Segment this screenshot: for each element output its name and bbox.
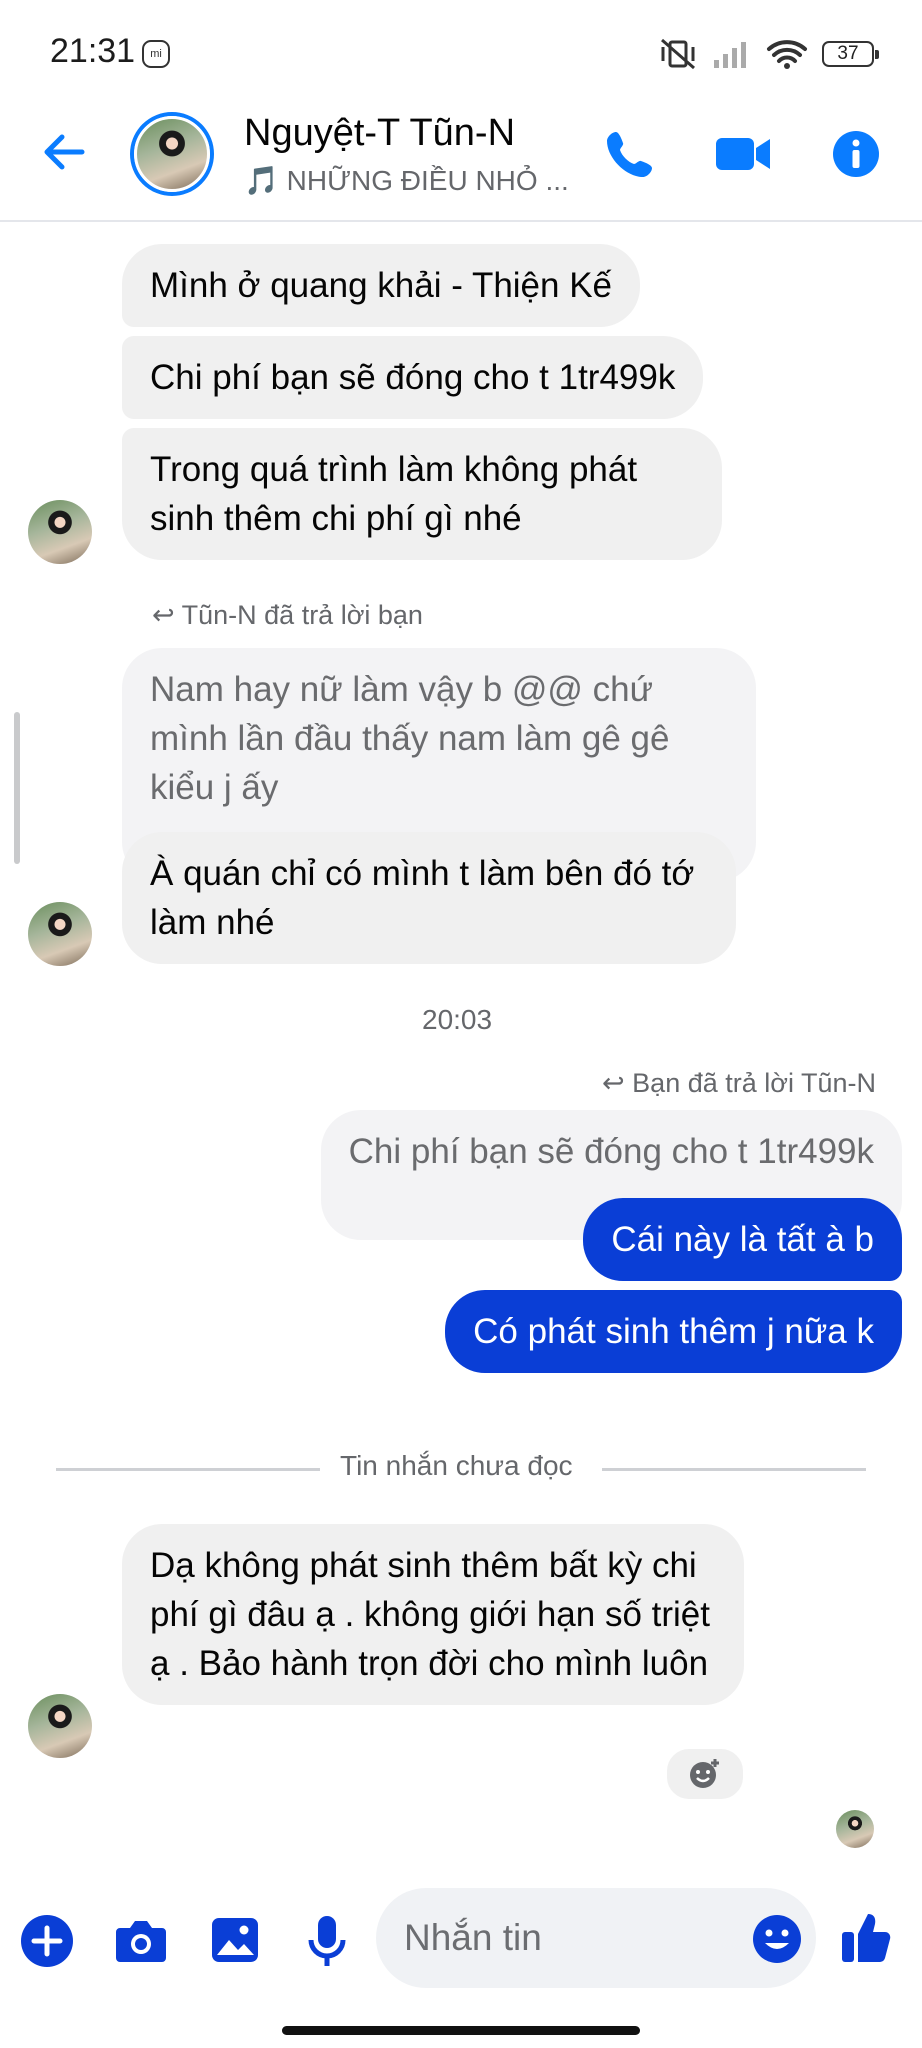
reply-arrow-icon: ↩︎ [602, 1068, 633, 1098]
my-message-bubble[interactable]: Có phát sinh thêm j nữa k [445, 1290, 902, 1373]
camera-button[interactable] [114, 1918, 168, 1964]
vibrate-off-icon [661, 38, 695, 70]
wifi-icon [767, 40, 807, 69]
status-icons: 37 [658, 36, 879, 72]
add-reaction-icon [690, 1759, 719, 1788]
now-playing-status[interactable]: 🎵 NHỮNG ĐIỀU NHỎ ... [244, 164, 569, 197]
add-reaction-button[interactable] [664, 1746, 746, 1802]
microphone-icon [308, 1916, 346, 1966]
video-call-button[interactable] [714, 134, 772, 174]
message-bubble[interactable]: À quán chỉ có mình t làm bên đó tớ làm n… [122, 832, 736, 964]
sender-avatar[interactable] [28, 1694, 92, 1758]
camera-icon [116, 1921, 166, 1962]
thumbs-up-icon [842, 1914, 891, 1962]
voice-call-button[interactable] [604, 128, 656, 180]
message-input[interactable]: Nhắn tin [376, 1888, 816, 1988]
info-icon [833, 131, 879, 177]
sender-avatar[interactable] [28, 902, 92, 966]
avatar-image [134, 116, 210, 192]
plus-circle-icon [21, 1915, 73, 1967]
unread-divider-label: Tin nhắn chưa đọc [340, 1450, 573, 1481]
back-button[interactable] [40, 128, 88, 176]
signal-icon [714, 42, 746, 68]
status-time: 21:31 [50, 32, 136, 70]
info-button[interactable] [832, 130, 880, 178]
scrollbar[interactable] [14, 712, 20, 864]
reply-indicator: ↩︎ Bạn đã trả lời Tũn-N [602, 1068, 876, 1099]
message-bubble[interactable]: Dạ không phát sinh thêm bất kỳ chi phí g… [122, 1524, 744, 1705]
message-bubble[interactable]: Trong quá trình làm không phát sinh thêm… [122, 428, 722, 560]
more-actions-button[interactable] [20, 1914, 74, 1968]
contact-name[interactable]: Nguyệt-T Tũn-N [244, 112, 515, 155]
unread-divider-line [56, 1468, 320, 1471]
home-indicator[interactable] [282, 2026, 640, 2035]
unread-divider-line [602, 1468, 866, 1471]
reply-note-text: Bạn đã trả lời Tũn-N [632, 1068, 876, 1098]
reply-note-text: Tũn-N đã trả lời bạn [181, 600, 423, 630]
gallery-button[interactable] [210, 1916, 260, 1964]
contact-avatar[interactable] [130, 112, 214, 196]
emoji-button[interactable] [752, 1914, 802, 1964]
my-message-bubble[interactable]: Cái này là tất à b [583, 1198, 902, 1281]
voice-message-button[interactable] [306, 1914, 348, 1970]
reply-indicator: ↩︎ Tũn-N đã trả lời bạn [152, 600, 423, 631]
read-receipt-avatar [836, 1810, 874, 1848]
sender-avatar[interactable] [28, 500, 92, 564]
video-camera-icon [716, 138, 770, 170]
phone-icon [607, 132, 652, 177]
like-button[interactable] [840, 1908, 892, 1964]
notification-app-icon: mi [142, 40, 170, 68]
reply-arrow-icon: ↩︎ [152, 600, 182, 630]
image-icon [212, 1918, 258, 1962]
back-arrow-icon [44, 134, 85, 170]
battery-icon: 37 [822, 41, 879, 67]
message-bubble[interactable]: Chi phí bạn sẽ đóng cho t 1tr499k [122, 336, 704, 419]
message-input-placeholder: Nhắn tin [404, 1917, 542, 1958]
timestamp: 20:03 [422, 1004, 493, 1035]
battery-level: 37 [837, 43, 859, 64]
message-bubble[interactable]: Mình ở quang khải - Thiện Kế [122, 244, 641, 327]
smiley-icon [753, 1915, 801, 1963]
